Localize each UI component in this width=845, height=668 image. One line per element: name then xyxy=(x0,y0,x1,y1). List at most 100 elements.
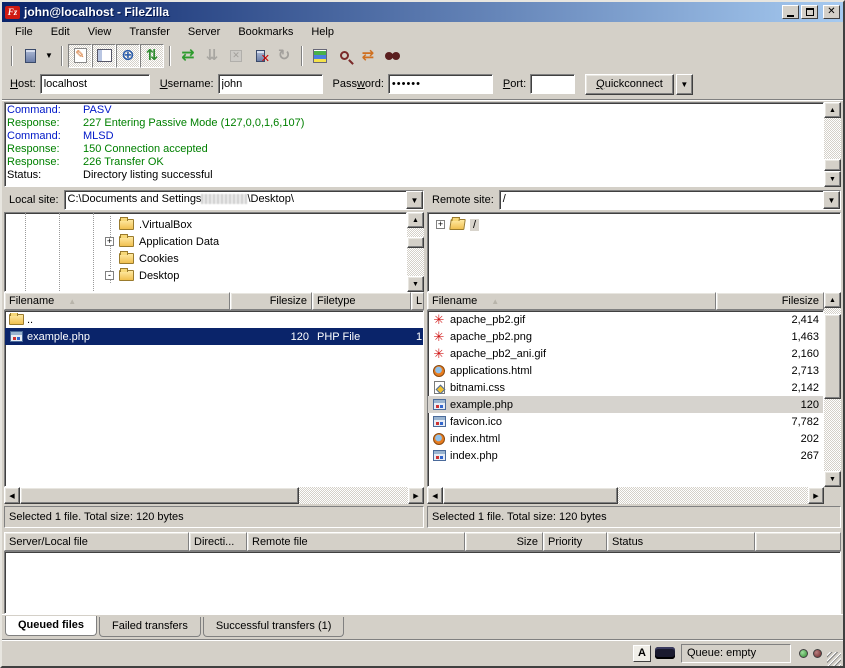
tab-queued-files[interactable]: Queued files xyxy=(5,616,97,636)
log-line: Status:Directory listing successful xyxy=(7,169,821,182)
sync-browse-button[interactable]: ⇄ xyxy=(356,44,380,68)
ascii-datatype-icon[interactable]: A xyxy=(633,645,651,662)
scrollbar-thumb[interactable] xyxy=(824,159,841,171)
file-row[interactable]: favicon.ico 7,782 xyxy=(428,413,823,430)
remote-hscrollbar[interactable]: ◀ ▶ xyxy=(427,487,841,504)
menu-edit[interactable]: Edit xyxy=(42,24,79,40)
scrollbar-thumb[interactable] xyxy=(20,487,299,504)
local-hscrollbar[interactable]: ◀ ▶ xyxy=(4,487,424,504)
host-input[interactable] xyxy=(40,74,150,94)
file-row[interactable]: index.html 202 xyxy=(428,430,823,447)
scroll-down-icon[interactable]: ▼ xyxy=(824,171,841,187)
scrollbar-thumb[interactable] xyxy=(824,314,841,399)
tree-item-cookies[interactable]: Cookies xyxy=(5,250,406,267)
toolbar-separator xyxy=(61,46,63,66)
reconnect-button[interactable]: ↻ xyxy=(272,44,296,68)
column-filename[interactable]: Filename▲ xyxy=(4,292,230,310)
tab-successful-transfers[interactable]: Successful transfers (1) xyxy=(203,617,345,637)
scrollbar-thumb[interactable] xyxy=(443,487,618,504)
toggle-remote-tree-button[interactable]: ⊕ xyxy=(116,44,140,68)
remote-list-header: Filename▲ Filesize xyxy=(427,292,824,310)
scroll-up-icon[interactable]: ▲ xyxy=(824,292,841,308)
scrollbar-thumb[interactable] xyxy=(407,237,424,248)
expand-icon[interactable]: + xyxy=(436,220,445,229)
filezilla-window: Fz john@localhost - FileZilla ✕ File Edi… xyxy=(0,0,845,668)
file-row[interactable]: ✳apache_pb2_ani.gif 2,160 xyxy=(428,345,823,362)
column-last-modified[interactable]: L xyxy=(411,292,424,310)
scroll-right-icon[interactable]: ▶ xyxy=(808,487,824,504)
column-size[interactable]: Size xyxy=(465,532,543,551)
file-row-example-php[interactable]: example.php 120 xyxy=(428,396,823,413)
column-server-local-file[interactable]: Server/Local file xyxy=(4,532,189,551)
menu-view[interactable]: View xyxy=(79,24,121,40)
port-input[interactable] xyxy=(530,74,575,94)
port-label: Port: xyxy=(503,78,526,90)
scroll-up-icon[interactable]: ▲ xyxy=(824,102,841,118)
tree-item-virtualbox[interactable]: .VirtualBox xyxy=(5,216,406,233)
file-row[interactable]: ✳apache_pb2.png 1,463 xyxy=(428,328,823,345)
quickconnect-dropdown[interactable]: ▼ xyxy=(676,74,693,95)
disconnect-button[interactable]: ✕ xyxy=(248,44,272,68)
scroll-right-icon[interactable]: ▶ xyxy=(408,487,424,504)
remote-site-dropdown[interactable]: ▼ xyxy=(823,191,840,209)
menu-bookmarks[interactable]: Bookmarks xyxy=(229,24,302,40)
menu-server[interactable]: Server xyxy=(179,24,229,40)
tab-failed-transfers[interactable]: Failed transfers xyxy=(99,617,201,637)
column-filesize[interactable]: Filesize xyxy=(716,292,824,310)
file-row-parent-dir[interactable]: .. xyxy=(5,311,423,328)
column-filename[interactable]: Filename▲ xyxy=(427,292,716,310)
local-tree-scrollbar[interactable]: ▲ ▼ xyxy=(407,212,424,292)
file-row[interactable]: applications.html 2,713 xyxy=(428,362,823,379)
window-title: john@localhost - FileZilla xyxy=(24,5,780,19)
column-remote-file[interactable]: Remote file xyxy=(247,532,465,551)
username-input[interactable] xyxy=(218,74,323,94)
scroll-up-icon[interactable]: ▲ xyxy=(407,212,424,228)
filter-button[interactable] xyxy=(308,44,332,68)
scroll-down-icon[interactable]: ▼ xyxy=(824,471,841,487)
tree-item-application-data[interactable]: + Application Data xyxy=(5,233,406,250)
menu-transfer[interactable]: Transfer xyxy=(120,24,179,40)
site-manager-dropdown[interactable]: ▼ xyxy=(42,44,56,68)
column-priority[interactable]: Priority xyxy=(543,532,607,551)
scroll-left-icon[interactable]: ◀ xyxy=(4,487,20,504)
maximize-button[interactable] xyxy=(801,5,818,19)
sort-ascending-icon: ▲ xyxy=(491,297,499,306)
toggle-local-tree-button[interactable] xyxy=(92,44,116,68)
site-manager-button[interactable] xyxy=(18,44,42,68)
scroll-down-icon[interactable]: ▼ xyxy=(407,276,424,292)
tree-item-root[interactable]: + / xyxy=(428,216,840,233)
column-direction[interactable]: Directi... xyxy=(189,532,247,551)
file-row[interactable]: bitnami.css 2,142 xyxy=(428,379,823,396)
toggle-queue-button[interactable]: ⇅ xyxy=(140,44,164,68)
remote-list-scrollbar[interactable]: ▲ ▼ xyxy=(824,292,841,487)
remote-site-combo[interactable]: / ▼ xyxy=(499,190,841,210)
file-row-example-php[interactable]: example.php 120 PHP File 1 xyxy=(5,328,423,345)
scroll-left-icon[interactable]: ◀ xyxy=(427,487,443,504)
tree-item-desktop[interactable]: - Desktop xyxy=(5,267,406,284)
expand-icon[interactable]: + xyxy=(105,237,114,246)
compare-button[interactable] xyxy=(332,44,356,68)
file-row[interactable]: index.php 267 xyxy=(428,447,823,464)
find-button[interactable] xyxy=(380,44,404,68)
menu-help[interactable]: Help xyxy=(302,24,343,40)
local-list-area: .. example.php 120 PHP File 1 xyxy=(4,310,424,487)
resize-grip[interactable] xyxy=(827,652,841,666)
local-site-dropdown[interactable]: ▼ xyxy=(406,191,423,209)
collapse-icon[interactable]: - xyxy=(105,271,114,280)
file-row[interactable]: ✳apache_pb2.gif 2,414 xyxy=(428,311,823,328)
close-button[interactable]: ✕ xyxy=(823,5,840,19)
column-status[interactable]: Status xyxy=(607,532,755,551)
menu-file[interactable]: File xyxy=(6,24,42,40)
refresh-button[interactable]: ⇄ xyxy=(176,44,200,68)
cancel-button[interactable]: ✕ xyxy=(224,44,248,68)
password-input[interactable] xyxy=(388,74,493,94)
column-filesize[interactable]: Filesize xyxy=(230,292,312,310)
minimize-button[interactable] xyxy=(782,5,799,19)
process-queue-button[interactable]: ⇊ xyxy=(200,44,224,68)
log-scrollbar[interactable]: ▲ ▼ xyxy=(824,102,841,187)
local-site-combo[interactable]: C:\Documents and Settings\Desktop\ ▼ xyxy=(64,190,424,210)
indicator-badge-icon[interactable] xyxy=(655,647,675,659)
column-filetype[interactable]: Filetype xyxy=(312,292,411,310)
toggle-log-button[interactable]: ✎ xyxy=(68,44,92,68)
quickconnect-button[interactable]: Quickconnect xyxy=(585,74,674,95)
